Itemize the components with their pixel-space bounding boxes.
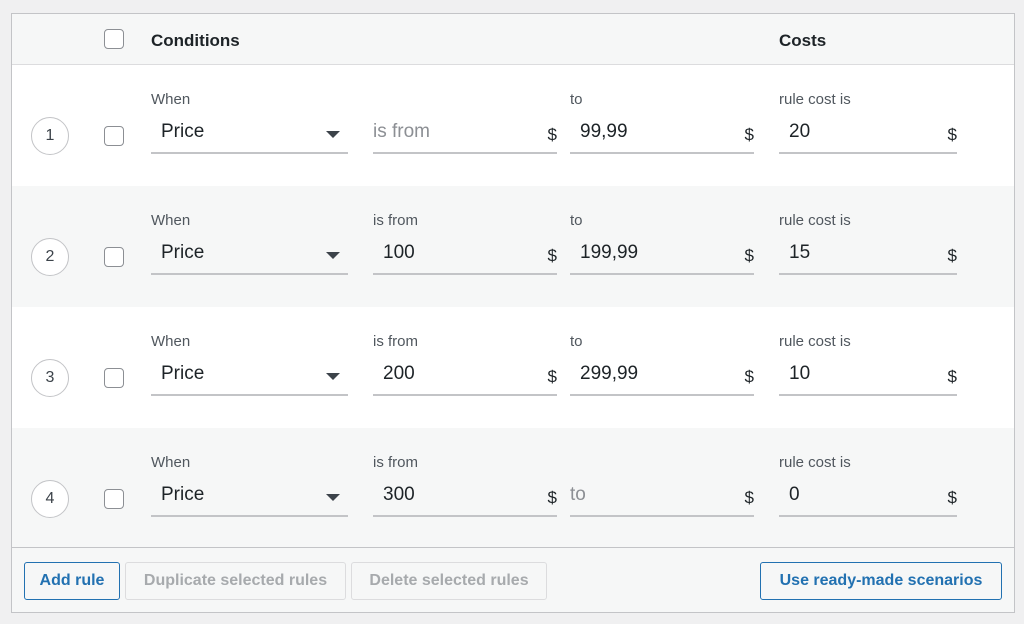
to-value: 99,99 [580,121,628,142]
shipping-rules-table: Conditions Costs 1 When Price is from $ … [11,13,1015,613]
rule-select-checkbox[interactable] [104,489,124,509]
chevron-down-icon [326,494,340,501]
to-label: to [570,212,583,229]
to-label: to [570,333,583,350]
rule-number: 2 [31,238,69,276]
select-all-checkbox[interactable] [104,29,124,49]
when-label: When [151,333,191,350]
cost-input[interactable]: 20 $ [779,114,957,154]
rule-number: 3 [31,359,69,397]
to-value: 299,99 [580,363,639,384]
rule-select-checkbox[interactable] [104,368,124,388]
condition-value: Price [161,363,205,384]
cost-label: rule cost is [779,212,851,229]
when-label: When [151,454,191,471]
delete-rules-button[interactable]: Delete selected rules [351,562,547,600]
from-input[interactable]: 100 $ [373,235,557,275]
from-placeholder: is from [373,121,430,142]
table-footer: Add rule Duplicate selected rules Delete… [12,547,1014,612]
cost-label: rule cost is [779,91,851,108]
to-value: 199,99 [580,242,639,263]
rule-select-checkbox[interactable] [104,247,124,267]
to-input[interactable]: to $ [570,477,754,517]
when-label: When [151,212,191,229]
rule-row-2: 2 When Price is from 100 $ to 199,99 $ r… [12,186,1014,307]
currency-symbol: $ [547,367,557,386]
from-input[interactable]: is from $ [373,114,557,154]
from-input[interactable]: 300 $ [373,477,557,517]
rule-select-checkbox[interactable] [104,126,124,146]
rule-row-4: 4 When Price is from 300 $ to $ rule cos… [12,428,1014,549]
currency-symbol: $ [744,246,754,265]
to-input[interactable]: 99,99 $ [570,114,754,154]
cost-value: 20 [789,121,811,142]
condition-value: Price [161,242,205,263]
condition-select[interactable]: Price [151,477,348,517]
from-label: is from [373,333,418,350]
rule-number: 4 [31,480,69,518]
to-placeholder: to [570,484,586,505]
when-label: When [151,91,191,108]
chevron-down-icon [326,373,340,380]
cost-input[interactable]: 0 $ [779,477,957,517]
currency-symbol: $ [547,125,557,144]
currency-symbol: $ [744,367,754,386]
currency-symbol: $ [744,125,754,144]
from-label: is from [373,212,418,229]
currency-symbol: $ [947,367,957,386]
from-input[interactable]: 200 $ [373,356,557,396]
cost-input[interactable]: 10 $ [779,356,957,396]
cost-label: rule cost is [779,454,851,471]
rule-row-3: 3 When Price is from 200 $ to 299,99 $ r… [12,307,1014,428]
currency-symbol: $ [947,125,957,144]
costs-heading: Costs [779,31,827,50]
condition-value: Price [161,484,205,505]
from-value: 200 [383,363,415,384]
from-label: is from [373,454,418,471]
condition-value: Price [161,121,205,142]
condition-select[interactable]: Price [151,114,348,154]
conditions-heading: Conditions [151,31,240,50]
ready-made-scenarios-button[interactable]: Use ready-made scenarios [760,562,1002,600]
currency-symbol: $ [547,246,557,265]
from-value: 300 [383,484,415,505]
duplicate-rules-button[interactable]: Duplicate selected rules [125,562,346,600]
rule-number: 1 [31,117,69,155]
currency-symbol: $ [947,246,957,265]
cost-value: 15 [789,242,811,263]
table-header: Conditions Costs [12,14,1014,65]
cost-input[interactable]: 15 $ [779,235,957,275]
condition-select[interactable]: Price [151,356,348,396]
currency-symbol: $ [947,488,957,507]
to-label: to [570,91,583,108]
cost-value: 10 [789,363,811,384]
from-value: 100 [383,242,415,263]
rule-row-1: 1 When Price is from $ to 99,99 $ rule c… [12,65,1014,186]
cost-label: rule cost is [779,333,851,350]
to-input[interactable]: 299,99 $ [570,356,754,396]
currency-symbol: $ [547,488,557,507]
chevron-down-icon [326,252,340,259]
cost-value: 0 [789,484,800,505]
currency-symbol: $ [744,488,754,507]
add-rule-button[interactable]: Add rule [24,562,120,600]
chevron-down-icon [326,131,340,138]
condition-select[interactable]: Price [151,235,348,275]
to-input[interactable]: 199,99 $ [570,235,754,275]
